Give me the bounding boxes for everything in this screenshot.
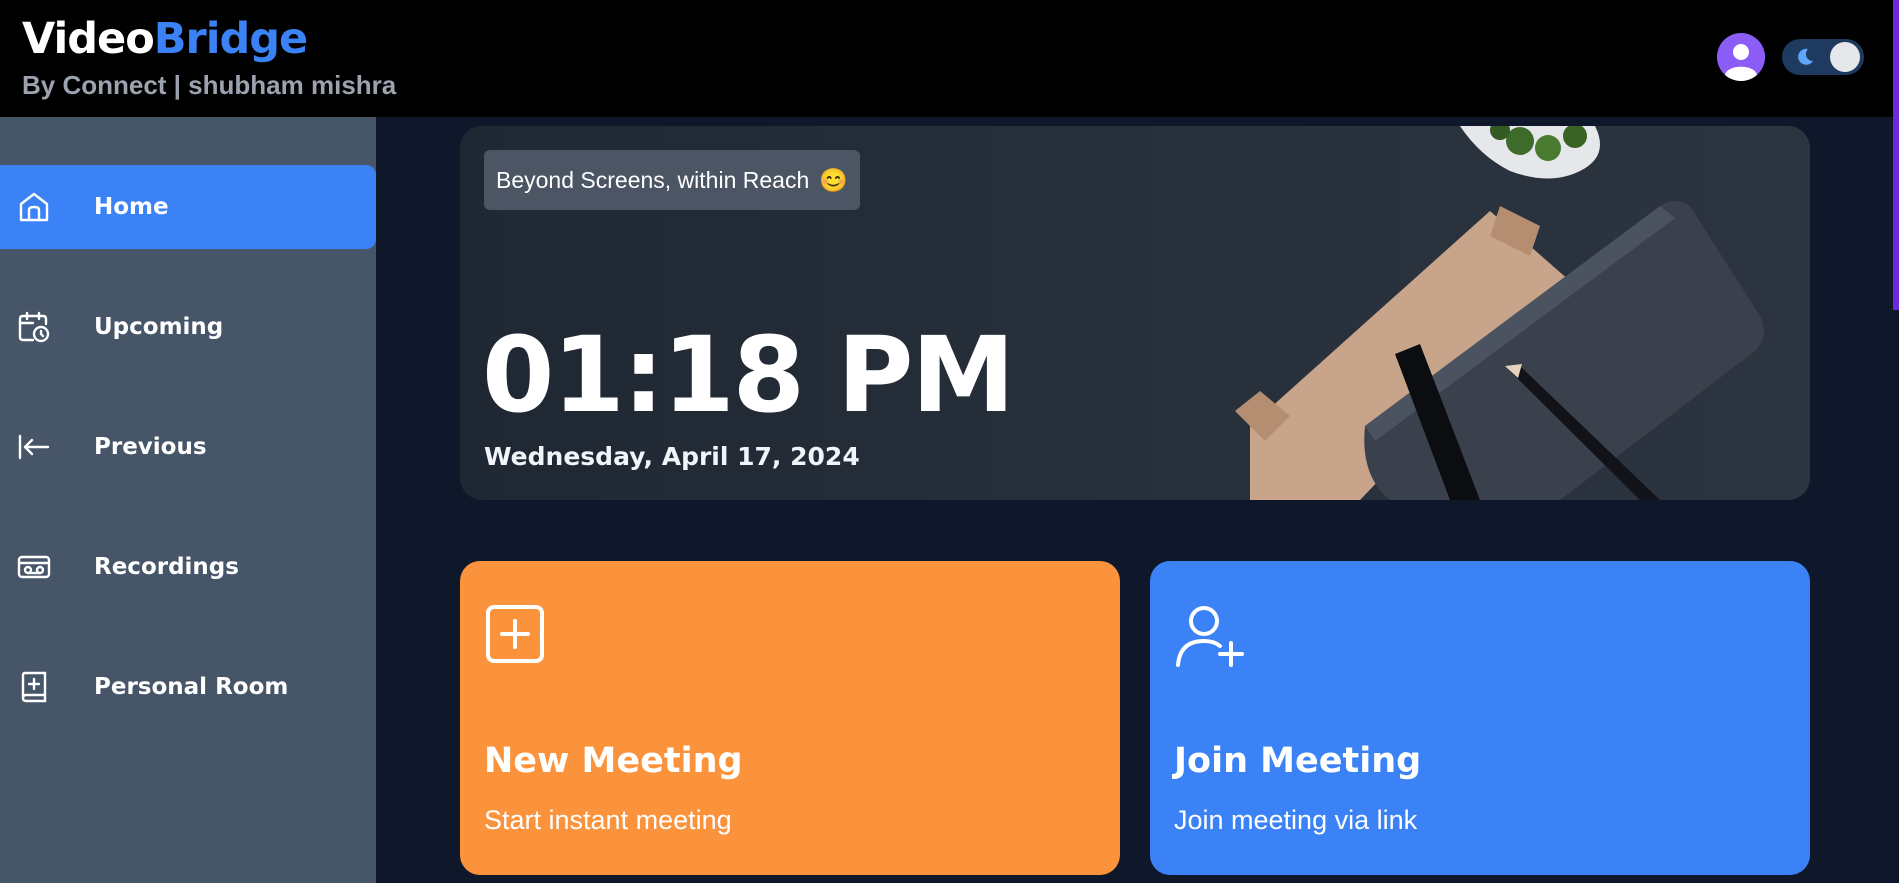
sidebar-item-label: Personal Room	[94, 674, 289, 700]
book-plus-icon	[16, 669, 52, 705]
smile-emoji-icon: 😊	[819, 166, 848, 193]
hero-banner: Beyond Screens, within Reach 😊 01:18 PM …	[460, 126, 1810, 500]
current-date: Wednesday, April 17, 2024	[484, 442, 860, 471]
theme-toggle[interactable]	[1782, 39, 1864, 75]
logo-text-video: Video	[22, 14, 155, 64]
video-cassette-icon	[16, 549, 52, 585]
user-plus-icon	[1174, 603, 1246, 672]
moon-icon	[1794, 46, 1816, 73]
top-header: VideoBridge By Connect | shubham mishra	[0, 0, 1893, 117]
app-root: VideoBridge By Connect | shubham mishra	[0, 0, 1899, 883]
sidebar-item-label: Recordings	[94, 554, 239, 580]
arrow-left-to-line-icon	[16, 429, 52, 465]
logo-text-bridge: Bridge	[153, 14, 308, 64]
edge-accent	[1893, 0, 1899, 310]
card-title: New Meeting	[484, 741, 743, 781]
sidebar-item-label: Previous	[94, 434, 207, 460]
sidebar-item-previous[interactable]: Previous	[0, 405, 376, 489]
join-meeting-card[interactable]: Join Meeting Join meeting via link	[1150, 561, 1810, 875]
hero-tagline: Beyond Screens, within Reach 😊	[484, 150, 860, 210]
app-byline: By Connect | shubham mishra	[22, 70, 397, 100]
tagline-text: Beyond Screens, within Reach	[496, 166, 810, 193]
app-logo[interactable]: VideoBridge	[22, 14, 308, 64]
sidebar-item-recordings[interactable]: Recordings	[0, 525, 376, 609]
sidebar-item-label: Home	[94, 194, 169, 220]
plus-square-icon	[484, 603, 546, 670]
card-title: Join Meeting	[1174, 741, 1422, 781]
current-time: 01:18 PM	[482, 314, 1015, 436]
calendar-clock-icon	[16, 309, 52, 345]
home-icon	[16, 189, 52, 225]
sidebar-item-upcoming[interactable]: Upcoming	[0, 285, 376, 369]
sidebar: Home Upcoming Previous Recordings Person…	[0, 117, 376, 883]
sidebar-item-home[interactable]: Home	[0, 165, 376, 249]
card-subtitle: Start instant meeting	[484, 805, 732, 835]
new-meeting-card[interactable]: New Meeting Start instant meeting	[460, 561, 1120, 875]
toggle-knob	[1830, 42, 1860, 72]
sidebar-item-label: Upcoming	[94, 314, 224, 340]
card-subtitle: Join meeting via link	[1174, 805, 1418, 835]
sidebar-item-personal-room[interactable]: Personal Room	[0, 645, 376, 729]
right-scroll-edge	[1893, 0, 1899, 883]
user-avatar-icon[interactable]	[1717, 33, 1765, 81]
